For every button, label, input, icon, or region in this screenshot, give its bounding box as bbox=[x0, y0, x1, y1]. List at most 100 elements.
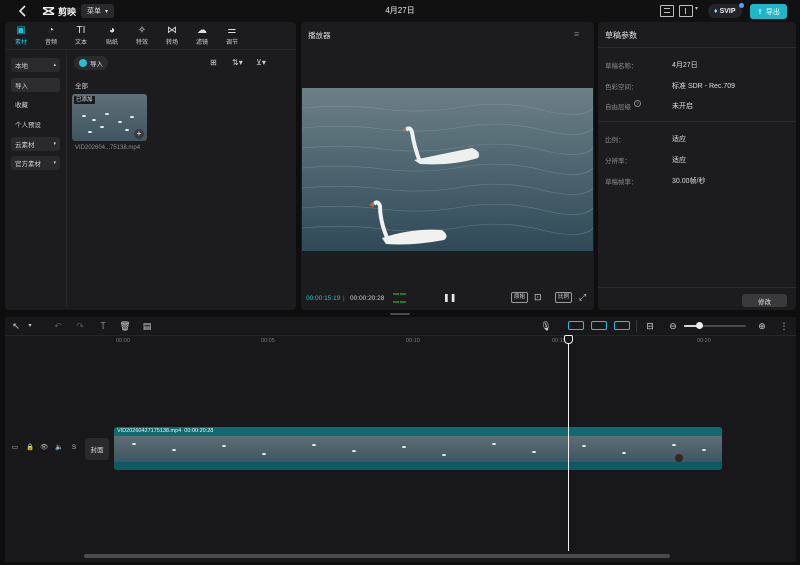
redo-icon[interactable]: ↷ bbox=[74, 320, 86, 332]
more-options-icon[interactable]: ⋮ bbox=[778, 320, 790, 332]
track-cover-icon[interactable]: ▭ bbox=[11, 444, 19, 452]
resize-handle[interactable] bbox=[390, 313, 410, 315]
microphone-icon[interactable]: 🎙 bbox=[540, 320, 552, 332]
audio-icon: ◔ bbox=[47, 25, 55, 36]
split-icon[interactable]: ⟙ bbox=[97, 320, 109, 332]
import-button[interactable]: 导入 bbox=[74, 56, 108, 70]
capcut-logo-icon bbox=[42, 7, 55, 15]
add-to-track-icon[interactable]: + bbox=[134, 129, 144, 139]
prop-label-resolution: 分辨率： bbox=[605, 158, 631, 165]
audio-level-icon bbox=[393, 293, 407, 303]
undo-icon[interactable]: ↶ bbox=[52, 320, 64, 332]
video-preview bbox=[302, 88, 593, 251]
ratio-button[interactable]: 比例 bbox=[555, 292, 573, 303]
modify-button[interactable]: 修改 bbox=[742, 294, 787, 307]
clip-filmstrip bbox=[114, 436, 722, 470]
volume-icon[interactable]: 🔈 bbox=[55, 444, 63, 452]
screenshot-icon[interactable]: ⊡ bbox=[534, 292, 542, 303]
layout-icon[interactable] bbox=[679, 5, 693, 17]
notification-dot bbox=[739, 3, 744, 8]
adjust-icon: ⚌ bbox=[227, 25, 237, 36]
tab-sticker[interactable]: ◕ 贴纸 bbox=[97, 25, 127, 46]
video-clip[interactable]: VID20260427175138.mp4 00:00:20:28 bbox=[114, 427, 722, 470]
project-title: 4月27日 bbox=[385, 6, 415, 15]
plus-circle-icon bbox=[79, 59, 87, 67]
sidebar-cloud[interactable]: 云素材 ▾ bbox=[11, 137, 60, 151]
sidebar-import[interactable]: 导入 bbox=[11, 78, 60, 92]
timeline-scrollbar[interactable] bbox=[84, 554, 670, 558]
tab-transition[interactable]: ⋈ 转场 bbox=[157, 25, 187, 46]
sidebar-favorites[interactable]: 收藏 bbox=[11, 97, 60, 111]
svip-label: SVIP bbox=[719, 7, 736, 15]
prop-value-colorspace: 标准 SDR - Rec.709 bbox=[672, 83, 736, 90]
cursor-chevron-icon[interactable]: ▾ bbox=[24, 320, 36, 332]
preview-axis-icon[interactable]: ⊟ bbox=[644, 320, 656, 332]
chevron-down-icon: ▾ bbox=[53, 141, 56, 147]
eye-icon[interactable]: 👁 bbox=[40, 444, 48, 452]
zoom-in-icon[interactable]: ⊕ bbox=[756, 320, 768, 332]
chevron-down-icon: ▾ bbox=[53, 160, 56, 166]
layout-chevron-icon[interactable]: ▾ bbox=[695, 5, 698, 12]
cover-button[interactable]: 封面 bbox=[85, 438, 109, 460]
transition-icon: ⋈ bbox=[167, 25, 177, 36]
shortcut-panel-icon[interactable] bbox=[660, 5, 674, 17]
playhead-handle[interactable] bbox=[564, 335, 573, 344]
playhead[interactable] bbox=[568, 335, 569, 551]
ruler-tick-5: 00:05 bbox=[261, 338, 275, 344]
magnet-icon[interactable] bbox=[591, 321, 607, 330]
link-main-track-icon[interactable] bbox=[568, 321, 584, 330]
svip-badge[interactable]: ♦ SVIP bbox=[708, 4, 742, 18]
added-badge: 已添加 bbox=[74, 96, 95, 104]
lock-icon[interactable]: 🔒 bbox=[26, 444, 34, 452]
tab-effects[interactable]: ✧ 特效 bbox=[127, 25, 157, 46]
filter-funnel-icon[interactable]: ⊻▾ bbox=[256, 58, 266, 67]
prop-value-framerate: 30.00帧/秒 bbox=[672, 178, 706, 185]
tab-adjust[interactable]: ⚌ 调节 bbox=[217, 25, 247, 46]
solo-icon[interactable]: S bbox=[70, 444, 78, 452]
player-title: 播放器 bbox=[308, 31, 331, 40]
info-icon[interactable]: ? bbox=[634, 100, 641, 107]
sticker-icon: ◕ bbox=[108, 25, 116, 36]
prop-value-ratio: 适应 bbox=[672, 136, 686, 143]
props-divider-2 bbox=[598, 121, 796, 122]
app-name: 剪映 bbox=[58, 6, 77, 17]
zoom-slider-handle[interactable] bbox=[696, 322, 703, 329]
props-footer-divider bbox=[598, 287, 796, 288]
grid-view-icon[interactable]: ⊞ bbox=[210, 58, 217, 67]
select-cursor-icon[interactable]: ↖ bbox=[10, 320, 22, 332]
sort-icon[interactable]: ⇅▾ bbox=[232, 58, 243, 67]
fit-button[interactable]: 原始 bbox=[511, 292, 529, 303]
export-button[interactable]: ⇪ 导出 bbox=[750, 4, 787, 19]
total-time: 00:00:20:28 bbox=[350, 295, 385, 302]
back-arrow-icon[interactable] bbox=[18, 5, 30, 17]
filter-all-label: 全部 bbox=[75, 83, 88, 90]
ruler-tick-10: 00:10 bbox=[406, 338, 420, 344]
link-audio-icon[interactable] bbox=[614, 321, 630, 330]
prop-label-colorspace: 色彩空间： bbox=[605, 84, 638, 91]
player-menu-icon[interactable]: ≡ bbox=[574, 29, 579, 39]
fullscreen-icon[interactable]: ⤢ bbox=[579, 292, 586, 303]
prop-value-name: 4月27日 bbox=[672, 62, 698, 69]
text-icon: TI bbox=[76, 25, 86, 36]
chevron-down-icon: ▾ bbox=[105, 8, 109, 15]
sidebar-presets[interactable]: 个人预设 bbox=[11, 117, 60, 131]
delete-icon[interactable]: 🗑 bbox=[119, 320, 131, 332]
prop-label-framerate: 草稿帧率： bbox=[605, 179, 638, 186]
prop-label-name: 草稿名称： bbox=[605, 63, 638, 70]
caption-icon[interactable]: ▤ bbox=[141, 320, 153, 332]
tab-media[interactable]: ▣ 素材 bbox=[6, 25, 36, 46]
media-icon: ▣ bbox=[16, 25, 26, 36]
sidebar-local[interactable]: 本地 ▴ bbox=[11, 58, 60, 72]
tab-filter[interactable]: ☁ 滤镜 bbox=[187, 25, 217, 46]
props-title: 草稿参数 bbox=[605, 31, 637, 40]
menu-dropdown[interactable]: 菜单 ▾ bbox=[81, 4, 115, 18]
prop-label-free-layer: 自由层级 bbox=[605, 104, 631, 111]
clip-name: VID20260427175138.mp4 bbox=[117, 428, 182, 434]
tab-text[interactable]: TI 文本 bbox=[66, 25, 96, 46]
prop-value-free-layer: 未开启 bbox=[672, 103, 693, 110]
sidebar-official[interactable]: 官方素材 ▾ bbox=[11, 156, 60, 170]
zoom-out-icon[interactable]: ⊖ bbox=[667, 320, 679, 332]
tab-audio[interactable]: ◔ 音频 bbox=[36, 25, 66, 46]
filter-icon: ☁ bbox=[197, 25, 207, 36]
pause-icon[interactable]: ❚❚ bbox=[443, 293, 456, 302]
